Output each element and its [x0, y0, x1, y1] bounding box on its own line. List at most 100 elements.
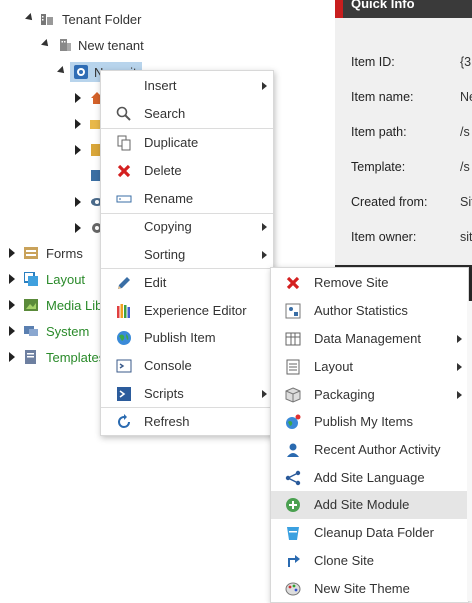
expand-icon[interactable]: [75, 93, 81, 103]
package-icon: [285, 387, 301, 403]
system-icon: [24, 326, 38, 336]
panel-edge: [467, 301, 472, 601]
submenu-arrow-icon: [262, 390, 267, 398]
quick-info-accent: [335, 0, 343, 18]
menu-item-edit[interactable]: Edit: [101, 269, 273, 297]
menu-item-search[interactable]: Search: [101, 100, 273, 128]
duplicate-icon: [117, 135, 131, 151]
user-icon: [287, 443, 299, 457]
quick-info-title: Quick Info: [351, 0, 415, 11]
refresh-icon: [118, 414, 130, 428]
expand-icon[interactable]: [9, 300, 15, 310]
created-from-value: Sit: [460, 195, 472, 209]
menu-item-sorting[interactable]: Sorting: [101, 241, 273, 269]
statistics-icon: [285, 303, 301, 319]
forms-icon: [24, 247, 38, 259]
expand-icon[interactable]: [9, 352, 15, 362]
menu-item-packaging[interactable]: Packaging: [271, 381, 468, 409]
item-name-value: Ne: [460, 90, 472, 104]
collapse-icon[interactable]: [41, 39, 51, 49]
item-owner-label: Item owner:: [351, 230, 417, 244]
submenu-arrow-icon: [262, 251, 267, 259]
expand-icon[interactable]: [75, 145, 81, 155]
delete-icon: [117, 164, 131, 178]
templates-icon: [25, 350, 36, 364]
expand-icon[interactable]: [75, 223, 81, 233]
menu-item-rename[interactable]: Rename: [101, 185, 273, 213]
menu-item-clone-site[interactable]: Clone Site: [271, 547, 468, 575]
scripts-submenu: Remove Site Author Statistics Data Manag…: [270, 267, 469, 603]
menu-item-insert[interactable]: Insert: [101, 72, 273, 100]
data-management-icon: [285, 332, 301, 346]
publish-globe-icon: [286, 414, 301, 429]
console-icon: [116, 359, 132, 373]
palette-icon: [285, 582, 301, 596]
expand-icon[interactable]: [9, 274, 15, 284]
template-value: /s: [460, 160, 470, 174]
submenu-arrow-icon: [457, 335, 462, 343]
tree-item-forms[interactable]: Forms: [46, 246, 83, 261]
expand-icon[interactable]: [9, 326, 15, 336]
expand-icon[interactable]: [9, 248, 15, 258]
menu-item-recent-author-activity[interactable]: Recent Author Activity: [271, 436, 468, 464]
experience-editor-icon: [117, 304, 130, 318]
remove-icon: [286, 276, 300, 290]
share-icon: [285, 470, 301, 486]
menu-item-refresh[interactable]: Refresh: [101, 408, 273, 436]
submenu-arrow-icon: [262, 82, 267, 90]
created-from-label: Created from:: [351, 195, 428, 209]
quick-info-header[interactable]: Quick Info: [343, 0, 472, 18]
submenu-arrow-icon: [457, 363, 462, 371]
menu-item-copying[interactable]: Copying: [101, 213, 273, 241]
context-menu: Insert Search Duplicate Delete Rename Co…: [100, 70, 274, 436]
tree-item-templates[interactable]: Templates: [46, 350, 105, 365]
item-path-value: /s: [460, 125, 470, 139]
submenu-arrow-icon: [262, 223, 267, 231]
template-label: Template:: [351, 160, 406, 174]
site-icon: [74, 65, 88, 79]
tree-item-system[interactable]: System: [46, 324, 89, 339]
menu-item-add-site-module[interactable]: Add Site Module: [271, 491, 468, 519]
menu-item-console[interactable]: Console: [101, 352, 273, 380]
clone-icon: [288, 555, 300, 567]
menu-item-author-statistics[interactable]: Author Statistics: [271, 297, 468, 325]
media-library-icon: [24, 299, 38, 311]
menu-item-data-management[interactable]: Data Management: [271, 325, 468, 353]
globe-icon: [117, 331, 131, 345]
menu-item-add-site-language[interactable]: Add Site Language: [271, 464, 468, 492]
tree-item-tenant-folder[interactable]: Tenant Folder: [62, 12, 142, 27]
rename-icon: [116, 195, 132, 203]
tree-item-new-tenant[interactable]: New tenant: [78, 38, 144, 53]
item-id-value: {3: [460, 55, 472, 69]
add-circle-icon: [286, 498, 300, 512]
tree-item-layout[interactable]: Layout: [46, 272, 85, 287]
item-name-label: Item name:: [351, 90, 414, 104]
submenu-arrow-icon: [457, 391, 462, 399]
scripts-icon: [117, 387, 131, 401]
menu-item-cleanup-data-folder[interactable]: Cleanup Data Folder: [271, 519, 468, 547]
menu-item-scripts[interactable]: Scripts: [101, 380, 273, 408]
expand-icon[interactable]: [75, 119, 81, 129]
item-id-label: Item ID:: [351, 55, 395, 69]
tree-item-media-library[interactable]: Media Libr: [46, 298, 107, 313]
menu-item-new-site-theme[interactable]: New Site Theme: [271, 575, 468, 603]
menu-item-publish-my-items[interactable]: Publish My Items: [271, 408, 468, 436]
item-path-label: Item path:: [351, 125, 407, 139]
menu-item-experience-editor[interactable]: Experience Editor: [101, 297, 273, 325]
tenant-icon: [60, 39, 71, 51]
layout-icon: [286, 359, 300, 375]
expand-icon[interactable]: [75, 197, 81, 207]
menu-item-delete[interactable]: Delete: [101, 157, 273, 185]
item-owner-value: sit: [460, 230, 472, 244]
cleanup-icon: [287, 527, 299, 540]
collapse-icon[interactable]: [57, 66, 67, 76]
menu-item-layout[interactable]: Layout: [271, 353, 468, 381]
pencil-icon: [118, 277, 130, 289]
menu-item-remove-site[interactable]: Remove Site: [271, 269, 468, 297]
collapse-icon[interactable]: [25, 13, 35, 23]
search-icon: [116, 106, 131, 121]
menu-item-publish-item[interactable]: Publish Item: [101, 324, 273, 352]
layout-icon: [24, 272, 38, 286]
tenant-folder-icon: [41, 14, 53, 25]
menu-item-duplicate[interactable]: Duplicate: [101, 129, 273, 157]
